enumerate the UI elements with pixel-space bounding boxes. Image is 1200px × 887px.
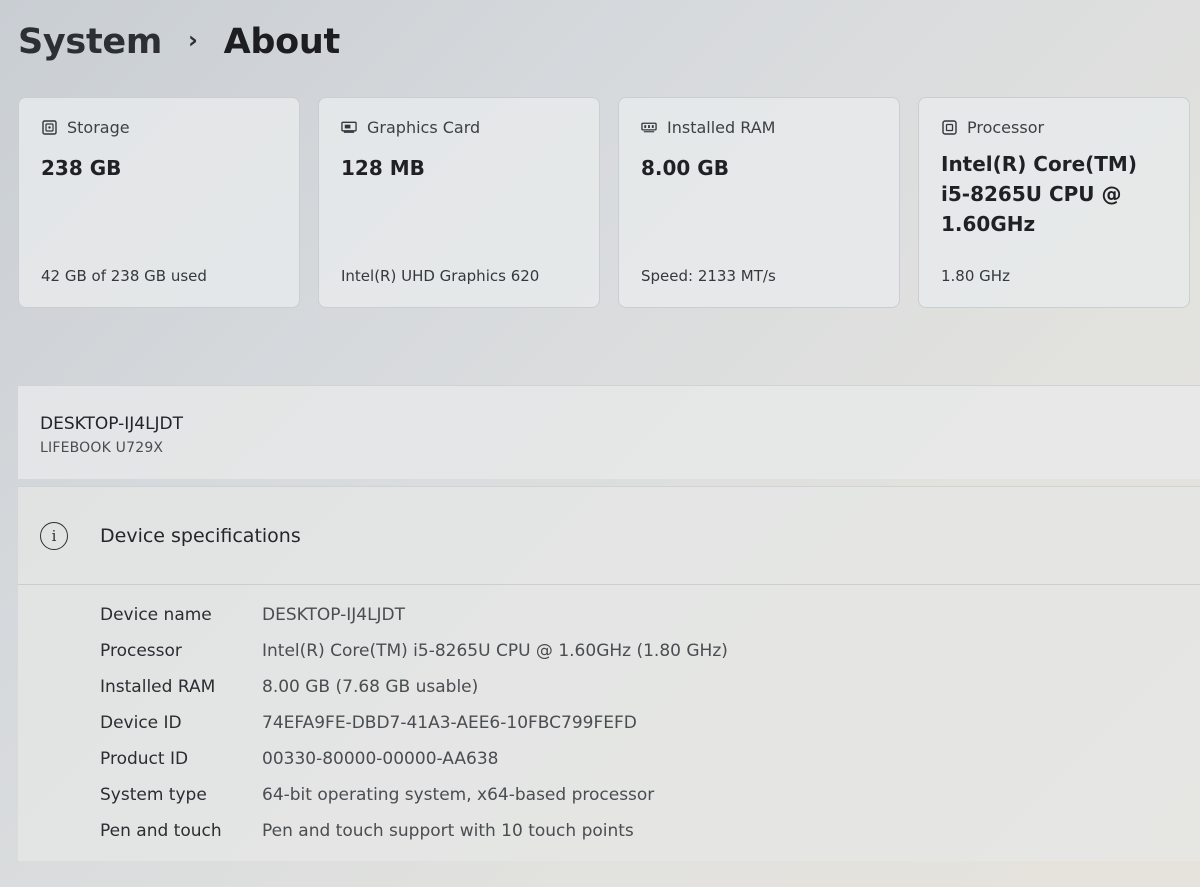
device-name: DESKTOP-IJ4LJDT [40,414,184,434]
page-title: About [223,22,341,62]
spec-row-device-id: Device ID 74EFA9FE-DBD7-41A3-AEE6-10FBC7… [18,705,1200,741]
spec-label: Device ID [100,713,182,733]
spec-row-product-id: Product ID 00330-80000-00000-AA638 [18,741,1200,777]
breadcrumb: System › About [18,22,340,62]
graphics-card-card[interactable]: Graphics Card 128 MB Intel(R) UHD Graphi… [318,97,600,308]
spec-value: Intel(R) Core(TM) i5-8265U CPU @ 1.60GHz… [262,641,728,661]
info-icon: i [40,521,68,550]
card-label: Installed RAM [667,118,776,137]
card-subtext: 1.80 GHz [941,267,1010,285]
spec-row-installed-ram: Installed RAM 8.00 GB (7.68 GB usable) [18,669,1200,705]
spec-value: 64-bit operating system, x64-based proce… [262,785,655,805]
breadcrumb-system-link[interactable]: System [18,22,162,62]
device-specifications-panel: i Device specifications Device name DESK… [18,486,1200,861]
processor-icon [941,120,957,136]
ram-icon [641,120,657,136]
spec-row-device-name: Device name DESKTOP-IJ4LJDT [18,597,1200,633]
spec-label: Installed RAM [100,677,216,697]
section-title: Device specifications [100,524,301,547]
spec-label: Processor [100,641,182,661]
processor-card[interactable]: Processor Intel(R) Core(TM) i5-8265U CPU… [918,97,1190,308]
storage-card[interactable]: Storage 238 GB 42 GB of 238 GB used [18,97,300,308]
card-value: 128 MB [341,156,425,180]
spec-list: Device name DESKTOP-IJ4LJDT Processor In… [18,585,1200,849]
spec-row-pen-and-touch: Pen and touch Pen and touch support with… [18,813,1200,849]
spec-value: 8.00 GB (7.68 GB usable) [262,677,479,697]
card-label: Storage [67,118,130,137]
spec-label: System type [100,785,207,805]
spec-value: DESKTOP-IJ4LJDT [262,605,406,625]
installed-ram-card[interactable]: Installed RAM 8.00 GB Speed: 2133 MT/s [618,97,900,308]
card-value: 8.00 GB [641,156,729,180]
spec-label: Product ID [100,749,189,769]
spec-row-system-type: System type 64-bit operating system, x64… [18,777,1200,813]
card-header: Graphics Card [341,118,577,137]
spec-value: Pen and touch support with 10 touch poin… [262,821,634,841]
device-specifications-header[interactable]: i Device specifications [18,487,1200,585]
spec-cards: Storage 238 GB 42 GB of 238 GB used Grap… [18,97,1190,308]
device-rename-card[interactable]: DESKTOP-IJ4LJDT LIFEBOOK U729X [18,385,1200,479]
graphics-card-icon [341,120,357,136]
spec-label: Pen and touch [100,821,222,841]
spec-label: Device name [100,605,212,625]
card-value: 238 GB [41,156,122,180]
card-value: Intel(R) Core(TM) i5-8265U CPU @ 1.60GHz [941,152,1137,236]
card-subtext: Speed: 2133 MT/s [641,267,776,285]
card-header: Processor [941,118,1167,137]
card-header: Installed RAM [641,118,877,137]
card-subtext: 42 GB of 238 GB used [41,267,207,285]
chevron-right-icon: › [188,26,198,54]
spec-value: 74EFA9FE-DBD7-41A3-AEE6-10FBC799FEFD [262,713,637,733]
card-label: Processor [967,118,1045,137]
device-model: LIFEBOOK U729X [40,440,164,456]
card-label: Graphics Card [367,118,481,137]
storage-icon [41,120,57,136]
card-header: Storage [41,118,277,137]
spec-row-processor: Processor Intel(R) Core(TM) i5-8265U CPU… [18,633,1200,669]
card-subtext: Intel(R) UHD Graphics 620 [341,267,540,285]
spec-value: 00330-80000-00000-AA638 [262,749,499,769]
